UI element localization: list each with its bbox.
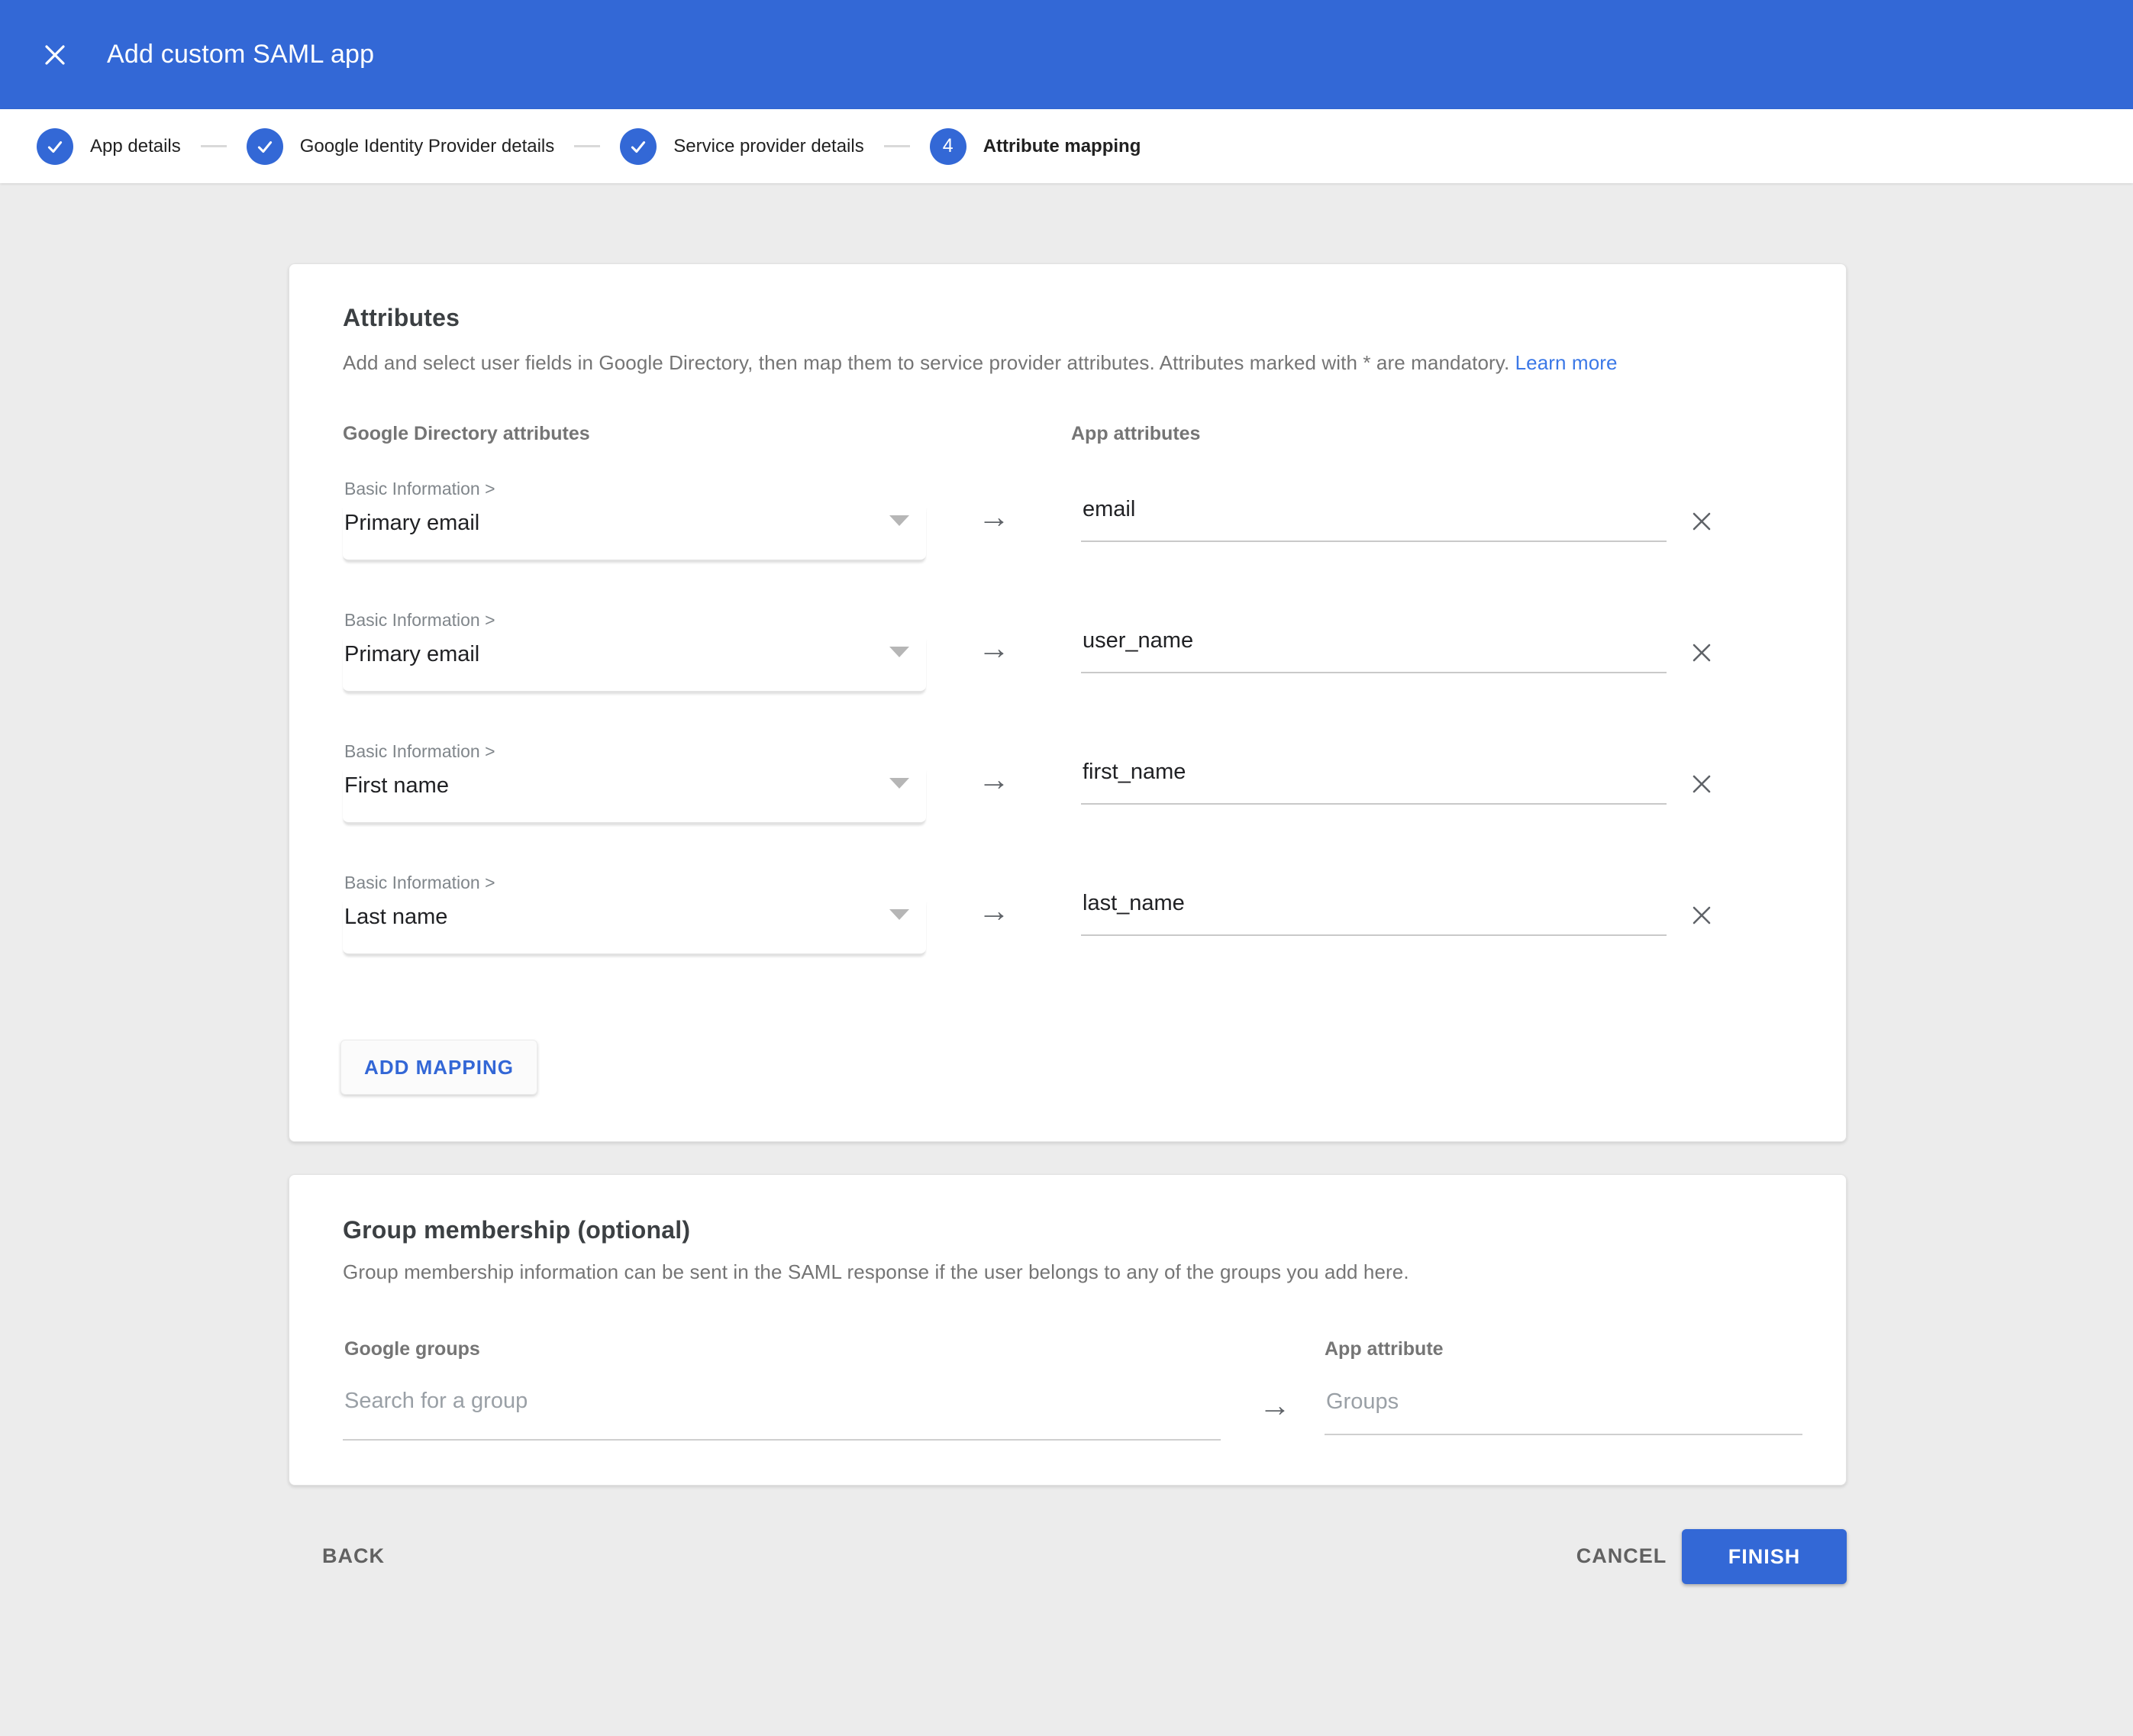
step-number-badge: 4 bbox=[930, 128, 966, 165]
app-attributes-column-header: App attributes bbox=[1071, 423, 1200, 445]
finish-button[interactable]: FINISH bbox=[1682, 1529, 1847, 1584]
maps-to-arrow-icon: → bbox=[978, 630, 1010, 666]
mapping-row: Basic Information > First name → bbox=[289, 731, 1847, 862]
group-card-description: Group membership information can be sent… bbox=[343, 1260, 1409, 1284]
step-number: 4 bbox=[943, 135, 954, 157]
dropdown-caret-icon bbox=[889, 515, 909, 526]
attributes-description-text: Add and select user fields in Google Dir… bbox=[343, 351, 1509, 374]
step-completed-check-icon bbox=[37, 128, 73, 165]
directory-attribute-dropdown[interactable]: Primary email bbox=[343, 506, 926, 561]
remove-mapping-icon[interactable] bbox=[1685, 899, 1718, 932]
step-app-details[interactable]: App details bbox=[37, 128, 181, 165]
attribute-category-label: Basic Information > bbox=[344, 741, 495, 762]
directory-attribute-value: Primary email bbox=[344, 511, 479, 536]
group-card-title: Group membership (optional) bbox=[343, 1216, 690, 1244]
wizard-stepper: App details Google Identity Provider det… bbox=[0, 109, 2133, 183]
app-attribute-input[interactable] bbox=[1081, 749, 1667, 805]
app-attribute-column-header: App attribute bbox=[1325, 1338, 1444, 1360]
step-label: App details bbox=[90, 136, 181, 157]
back-button[interactable]: BACK bbox=[308, 1528, 399, 1583]
step-attribute-mapping[interactable]: 4 Attribute mapping bbox=[930, 128, 1141, 165]
attributes-card: Attributes Add and select user fields in… bbox=[289, 263, 1847, 1142]
maps-to-arrow-icon: → bbox=[978, 892, 1010, 929]
close-icon[interactable] bbox=[38, 38, 72, 72]
dropdown-caret-icon bbox=[889, 909, 909, 920]
app-attribute-input[interactable] bbox=[1081, 880, 1667, 936]
attribute-category-label: Basic Information > bbox=[344, 479, 495, 499]
group-membership-card: Group membership (optional) Group member… bbox=[289, 1174, 1847, 1486]
directory-attributes-column-header: Google Directory attributes bbox=[343, 423, 590, 445]
step-label: Google Identity Provider details bbox=[300, 136, 555, 157]
attributes-card-description: Add and select user fields in Google Dir… bbox=[343, 351, 1618, 375]
dropdown-caret-icon bbox=[889, 778, 909, 789]
directory-attribute-dropdown[interactable]: Primary email bbox=[343, 637, 926, 692]
group-search-input[interactable] bbox=[343, 1375, 1221, 1441]
step-connector bbox=[201, 145, 227, 147]
attributes-card-title: Attributes bbox=[343, 304, 460, 332]
app-header: Add custom SAML app bbox=[0, 0, 2133, 109]
step-connector bbox=[884, 145, 910, 147]
group-app-attribute-input[interactable] bbox=[1325, 1379, 1802, 1435]
learn-more-link[interactable]: Learn more bbox=[1515, 351, 1618, 374]
google-groups-column-header: Google groups bbox=[344, 1338, 480, 1360]
remove-mapping-icon[interactable] bbox=[1685, 636, 1718, 670]
step-service-provider-details[interactable]: Service provider details bbox=[620, 128, 863, 165]
remove-mapping-icon[interactable] bbox=[1685, 767, 1718, 801]
mapping-row: Basic Information > Primary email → bbox=[289, 599, 1847, 731]
remove-mapping-icon[interactable] bbox=[1685, 505, 1718, 538]
add-mapping-button[interactable]: ADD MAPPING bbox=[340, 1040, 537, 1095]
mapping-row: Basic Information > Primary email → bbox=[289, 468, 1847, 599]
directory-attribute-value: Primary email bbox=[344, 642, 479, 667]
maps-to-arrow-icon: → bbox=[978, 761, 1010, 798]
step-label: Attribute mapping bbox=[983, 136, 1141, 157]
maps-to-arrow-icon: → bbox=[1259, 1387, 1291, 1424]
maps-to-arrow-icon: → bbox=[978, 499, 1010, 535]
step-completed-check-icon bbox=[620, 128, 657, 165]
app-attribute-input[interactable] bbox=[1081, 486, 1667, 542]
cancel-button[interactable]: CANCEL bbox=[1560, 1528, 1683, 1583]
attribute-category-label: Basic Information > bbox=[344, 610, 495, 631]
step-label: Service provider details bbox=[673, 136, 863, 157]
step-google-idp-details[interactable]: Google Identity Provider details bbox=[247, 128, 555, 165]
mapping-row: Basic Information > Last name → bbox=[289, 862, 1847, 993]
step-connector bbox=[574, 145, 600, 147]
step-completed-check-icon bbox=[247, 128, 283, 165]
directory-attribute-value: Last name bbox=[344, 905, 447, 930]
page-title: Add custom SAML app bbox=[107, 40, 374, 69]
directory-attribute-dropdown[interactable]: Last name bbox=[343, 900, 926, 955]
dropdown-caret-icon bbox=[889, 647, 909, 657]
attribute-category-label: Basic Information > bbox=[344, 873, 495, 893]
directory-attribute-dropdown[interactable]: First name bbox=[343, 769, 926, 824]
directory-attribute-value: First name bbox=[344, 773, 449, 799]
app-attribute-input[interactable] bbox=[1081, 618, 1667, 673]
